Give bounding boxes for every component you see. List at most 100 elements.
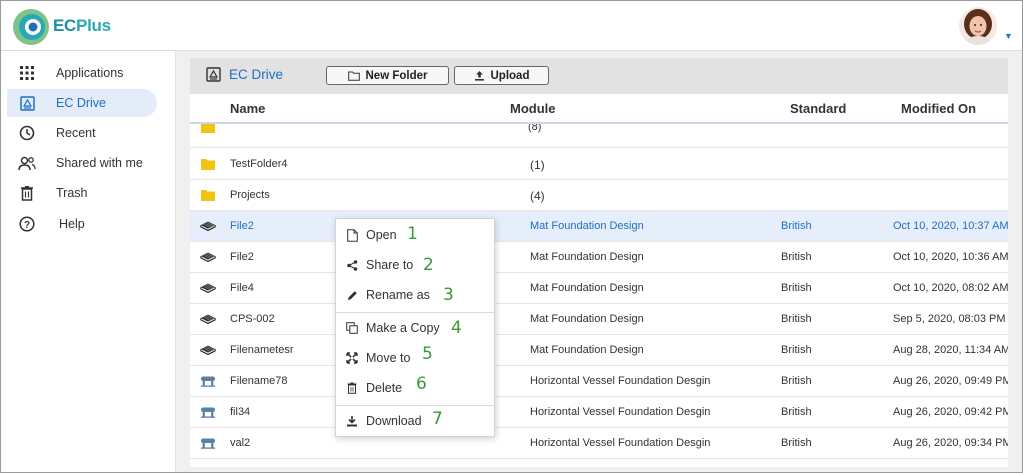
column-header-modified-on[interactable]: Modified On	[901, 101, 976, 116]
mat-foundation-icon	[200, 252, 216, 263]
context-menu-label: Delete	[366, 381, 403, 395]
vessel-foundation-icon	[200, 376, 216, 387]
context-menu-make-a-copy[interactable]: Make a Copy	[336, 314, 494, 342]
modified-cell: Oct 10, 2020, 10:37 AM	[893, 220, 1008, 232]
column-header-name[interactable]: Name	[230, 101, 265, 116]
module-cell: Mat Foundation Design	[530, 313, 644, 325]
drive-title-text: EC Drive	[229, 67, 284, 82]
table-row[interactable]: Filenametesr Mat Foundation Design British…	[190, 335, 1008, 366]
context-menu-download[interactable]: Download	[336, 407, 494, 435]
table-row[interactable]: Filename78 Horizontal Vessel Foundation D…	[190, 366, 1008, 397]
mat-foundation-icon	[200, 345, 216, 356]
context-menu-label: Download	[366, 414, 422, 428]
drive-icon	[206, 67, 221, 82]
module-cell: (4)	[530, 189, 545, 203]
clock-icon	[16, 122, 38, 144]
sidebar-item-label: Applications	[56, 66, 124, 80]
sidebar-item-applications[interactable]: Applications	[7, 59, 157, 87]
context-menu-divider	[336, 405, 494, 406]
help-icon: ?	[16, 213, 38, 235]
file-table: (8) Name Module Standard Modified On Tes…	[190, 94, 1008, 467]
table-row[interactable]: File4 Mat Foundation Design British Oct 10,…	[190, 273, 1008, 304]
share-icon	[345, 258, 359, 272]
brand-name: ECPlus	[53, 16, 111, 35]
sidebar-item-help[interactable]: ? Help	[7, 210, 157, 238]
folder-icon	[201, 190, 215, 201]
table-row[interactable]: TestFolder4 (1)	[190, 149, 1008, 180]
standard-cell: British	[781, 251, 812, 263]
name-cell: CPS-002	[230, 313, 275, 325]
module-cell: (1)	[530, 158, 545, 172]
pencil-icon	[345, 288, 359, 302]
sidebar-item-label: Recent	[56, 126, 96, 140]
sidebar-item-label: Shared with me	[56, 156, 143, 170]
modified-cell: Aug 26, 2020, 09:49 PM	[893, 375, 1008, 387]
name-cell: File2	[230, 251, 254, 263]
context-menu-divider	[336, 312, 494, 313]
standard-cell: British	[781, 344, 812, 356]
user-avatar[interactable]	[959, 7, 997, 45]
table-row[interactable]: File2 Mat Foundation Design British Oct 10,…	[190, 211, 1008, 242]
sidebar-item-shared-with-me[interactable]: Shared with me	[7, 149, 157, 177]
sidebar: Applications EC Drive Recent Shared with…	[1, 51, 176, 472]
standard-cell: British	[781, 220, 812, 232]
modified-cell: Oct 10, 2020, 10:36 AM	[893, 251, 1008, 263]
new-folder-button[interactable]: New Folder	[326, 66, 449, 85]
name-cell: File4	[230, 282, 254, 294]
vessel-foundation-icon	[200, 438, 216, 449]
sidebar-item-label: Help	[59, 217, 85, 231]
drive-toolbar: EC Drive New Folder Upload	[190, 58, 1008, 94]
annotation-number: 7	[432, 409, 443, 429]
context-menu-label: Share to	[366, 258, 414, 272]
annotation-number: 4	[451, 318, 462, 338]
sidebar-item-ec-drive[interactable]: EC Drive	[7, 89, 157, 117]
table-row[interactable]: fil34 Horizontal Vessel Foundation Desgin…	[190, 397, 1008, 428]
vessel-foundation-icon	[200, 407, 216, 418]
modified-cell: Aug 26, 2020, 09:42 PM	[893, 406, 1008, 418]
people-icon	[16, 152, 38, 174]
standard-cell: British	[781, 437, 812, 449]
name-cell: Filenametesr	[230, 344, 294, 356]
table-header: Name Module Standard Modified On	[190, 94, 1008, 124]
context-menu-label: Move to	[366, 351, 411, 365]
column-header-standard[interactable]: Standard	[790, 101, 846, 116]
standard-cell: British	[781, 313, 812, 325]
context-menu-label: Make a Copy	[366, 321, 440, 335]
context-menu-move-to[interactable]: Move to	[336, 344, 494, 372]
column-header-module[interactable]: Module	[510, 101, 556, 116]
ecplus-logo-icon	[13, 9, 49, 45]
table-row[interactable]: val2 Horizontal Vessel Foundation Desgin B…	[190, 428, 1008, 459]
annotation-number: 2	[423, 255, 434, 275]
context-menu-delete[interactable]: Delete	[336, 374, 494, 402]
context-menu-label: Open	[366, 228, 397, 242]
app-window: ECPlus ▼ Applications EC Drive Recent Sh…	[0, 0, 1023, 473]
context-menu-label: Rename as	[366, 288, 430, 302]
mat-foundation-icon	[200, 221, 216, 232]
folder-icon	[201, 159, 215, 170]
file-icon	[345, 228, 359, 242]
name-cell: fil34	[230, 406, 251, 418]
context-menu-share-to[interactable]: Share to	[336, 251, 494, 279]
sidebar-item-recent[interactable]: Recent	[7, 119, 157, 147]
copy-icon	[345, 321, 359, 335]
annotation-number: 5	[422, 344, 433, 364]
name-cell: Filename78	[230, 375, 288, 387]
standard-cell: British	[781, 375, 812, 387]
modified-cell: Aug 26, 2020, 09:34 PM	[893, 437, 1008, 449]
table-row[interactable]: CPS-002 Mat Foundation Design British Sep 5…	[190, 304, 1008, 335]
drive-icon	[16, 92, 38, 114]
table-row[interactable]: File2 Mat Foundation Design British Oct 10,…	[190, 242, 1008, 273]
annotation-number: 6	[416, 374, 427, 394]
apps-grid-icon	[16, 62, 38, 84]
table-row[interactable]: Projects (4)	[190, 180, 1008, 211]
name-cell: TestFolder4	[230, 158, 288, 170]
account-dropdown-icon[interactable]: ▼	[1004, 31, 1013, 41]
context-menu-rename-as[interactable]: Rename as	[336, 281, 494, 309]
download-icon	[345, 414, 359, 428]
sidebar-item-trash[interactable]: Trash	[7, 179, 157, 207]
upload-button[interactable]: Upload	[454, 66, 549, 85]
module-cell: Horizontal Vessel Foundation Desgin	[530, 375, 711, 387]
name-cell: val2	[230, 437, 251, 449]
upload-label: Upload	[490, 69, 530, 82]
module-cell: Horizontal Vessel Foundation Desgin	[530, 437, 711, 449]
